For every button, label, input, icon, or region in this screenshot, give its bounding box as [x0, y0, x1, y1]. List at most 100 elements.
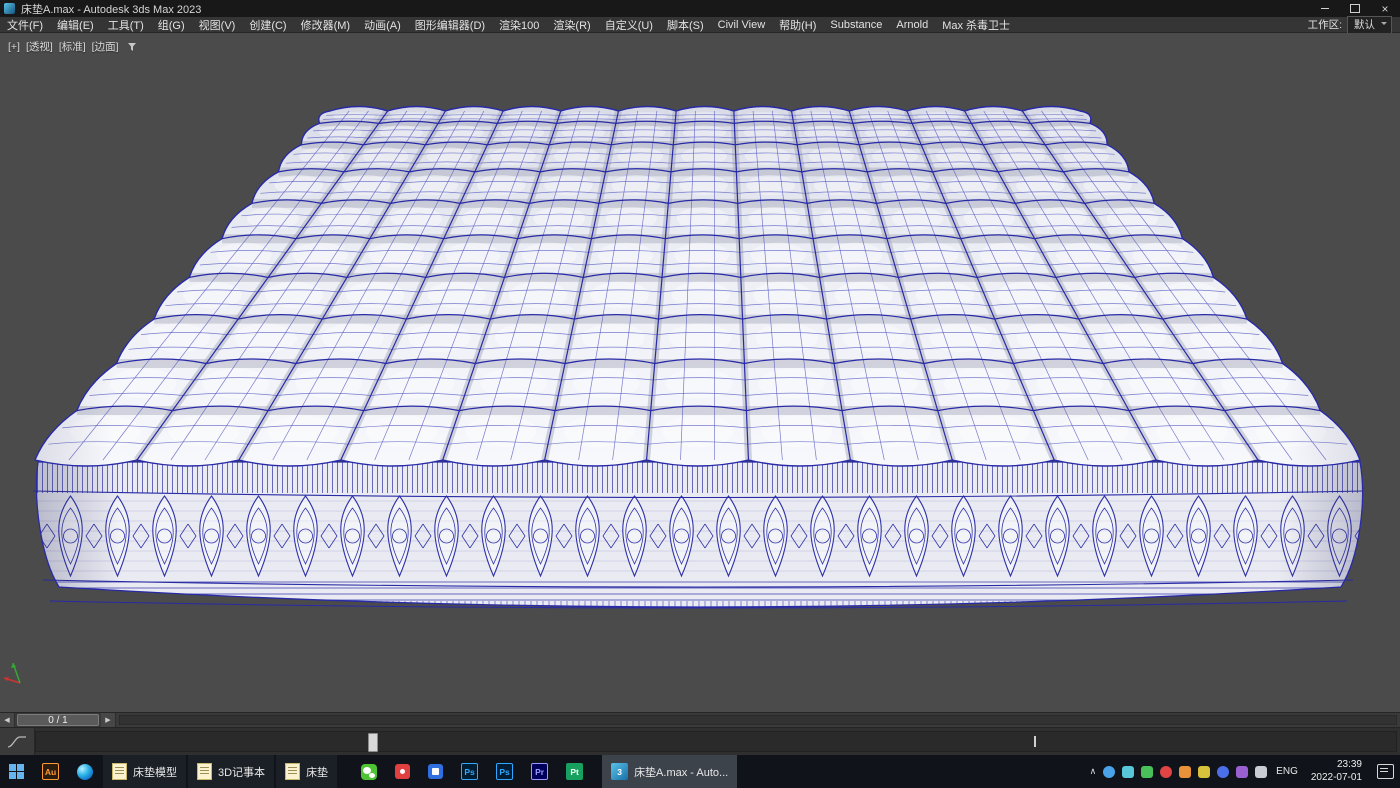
taskbar-item-label: 床垫	[306, 764, 328, 780]
menu-item[interactable]: 渲染100	[492, 17, 546, 33]
taskbar-clock[interactable]: 23:39 2022-07-01	[1307, 759, 1366, 784]
menu-item[interactable]: Substance	[823, 19, 889, 31]
filter-icon[interactable]	[127, 42, 137, 52]
taskbar-item-edge[interactable]	[68, 755, 102, 788]
viewport-menu-general[interactable]: [+]	[8, 41, 20, 53]
active-task-label: 床垫A.max - Auto...	[634, 764, 728, 780]
menu-item[interactable]: 创建(C)	[242, 17, 293, 33]
trackbar-tick	[1034, 736, 1036, 747]
time-slider-handle[interactable]: 0 / 1	[17, 714, 99, 726]
security-tray-icon[interactable]	[1103, 766, 1115, 778]
menu-item[interactable]: 组(G)	[151, 17, 192, 33]
maximize-icon	[1350, 4, 1360, 13]
input-tray-icon[interactable]	[1236, 766, 1248, 778]
menu-item[interactable]: 自定义(U)	[598, 17, 660, 33]
menu-bar: 文件(F)编辑(E)工具(T)组(G)视图(V)创建(C)修改器(M)动画(A)…	[0, 17, 1400, 33]
workspace-selector: 工作区: 默认	[1308, 16, 1400, 34]
viewport-menu-style[interactable]: [标准]	[59, 39, 86, 54]
menu-item[interactable]: 图形编辑器(D)	[408, 17, 492, 33]
time-slider: ◀ 0 / 1 ▶	[0, 712, 1400, 727]
menu-item[interactable]: 编辑(E)	[50, 17, 101, 33]
menu-item[interactable]: Max 杀毒卫士	[935, 17, 1017, 33]
clock-time: 23:39	[1337, 759, 1362, 772]
menu-item[interactable]: 修改器(M)	[294, 17, 358, 33]
close-button[interactable]: ×	[1370, 0, 1400, 17]
start-button[interactable]	[0, 755, 33, 788]
music-tray-icon[interactable]	[1160, 766, 1172, 778]
menu-items: 文件(F)编辑(E)工具(T)组(G)视图(V)创建(C)修改器(M)动画(A)…	[0, 17, 1017, 33]
taskbar-item-painter[interactable]: Pt	[557, 755, 592, 788]
red-app-icon	[395, 764, 410, 779]
mini-curve-editor-button[interactable]	[0, 728, 35, 755]
next-frame-button[interactable]: ▶	[101, 713, 116, 727]
viewport[interactable]: [+] [透视] [标准] [边面]	[0, 33, 1400, 712]
taskbar-item-photoshop-2[interactable]: Ps	[487, 755, 522, 788]
track-bar[interactable]	[0, 727, 1400, 755]
taskbar-item-3dsmax-active[interactable]: 3 床垫A.max - Auto...	[602, 755, 737, 788]
close-icon: ×	[1381, 3, 1388, 15]
viewport-menu-pov[interactable]: [透视]	[26, 39, 53, 54]
maximize-button[interactable]	[1340, 0, 1370, 17]
prev-frame-button[interactable]: ◀	[0, 713, 15, 727]
hidden-icons-chevron-icon[interactable]: ∧	[1090, 766, 1097, 777]
audition-icon: Au	[42, 763, 59, 780]
edge-browser-icon	[77, 764, 93, 780]
premiere-icon: Pr	[531, 763, 548, 780]
system-tray: ∧ ENG 23:39 2022-07-01	[1084, 755, 1400, 788]
notepad-icon	[197, 763, 212, 780]
painter-icon: Pt	[566, 763, 583, 780]
driver-tray-icon[interactable]	[1217, 766, 1229, 778]
viewport-canvas[interactable]	[0, 33, 1400, 712]
taskbar-item-label: 床垫模型	[133, 764, 177, 780]
taskbar-item-photoshop-1[interactable]: Ps	[452, 755, 487, 788]
clock-date: 2022-07-01	[1311, 772, 1362, 785]
photoshop-icon: Ps	[461, 763, 478, 780]
tray-icons: ∧	[1090, 766, 1268, 778]
taskbar-item-document[interactable]: 床垫模型	[103, 755, 186, 788]
minimize-icon	[1321, 8, 1329, 9]
trackbar-marker[interactable]	[368, 733, 378, 752]
taskbar-item-premiere[interactable]: Pr	[522, 755, 557, 788]
menu-item[interactable]: 渲染(R)	[546, 17, 597, 33]
taskbar-item-audition[interactable]: Au	[33, 755, 68, 788]
taskbar-item-document[interactable]: 床垫	[276, 755, 337, 788]
photoshop-icon: Ps	[496, 763, 513, 780]
menu-item[interactable]: 视图(V)	[192, 17, 243, 33]
taskbar-item-red-app[interactable]	[386, 755, 419, 788]
cloud-tray-icon[interactable]	[1122, 766, 1134, 778]
workspace-label: 工作区:	[1308, 17, 1342, 32]
taskbar-item-wechat[interactable]	[352, 755, 386, 788]
language-indicator[interactable]: ENG	[1274, 766, 1300, 777]
menu-item[interactable]: 文件(F)	[0, 17, 50, 33]
volume-tray-icon[interactable]	[1255, 766, 1267, 778]
taskbar-item-blue-app[interactable]	[419, 755, 452, 788]
menu-item[interactable]: 工具(T)	[101, 17, 151, 33]
taskbar-item-label: 3D记事本	[218, 764, 265, 780]
action-center-icon[interactable]	[1377, 764, 1394, 779]
workspace-dropdown[interactable]: 默认	[1347, 16, 1392, 34]
viewport-label: [+] [透视] [标准] [边面]	[8, 39, 137, 54]
time-slider-track[interactable]	[119, 715, 1397, 725]
track-bar-track[interactable]	[35, 731, 1397, 752]
menu-item[interactable]: 帮助(H)	[772, 17, 823, 33]
3dsmax-icon: 3	[611, 763, 628, 780]
taskbar-doc-buttons: 床垫模型 3D记事本 床垫	[102, 755, 338, 788]
viewport-menu-shading[interactable]: [边面]	[92, 39, 119, 54]
menu-item[interactable]: 动画(A)	[357, 17, 408, 33]
app-icon	[4, 3, 15, 14]
notepad-icon	[285, 763, 300, 780]
notepad-icon	[112, 763, 127, 780]
minimize-button[interactable]	[1310, 0, 1340, 17]
windows-logo-icon	[9, 764, 24, 779]
wechat-icon	[361, 764, 377, 780]
menu-item[interactable]: Civil View	[711, 19, 772, 31]
office-tray-icon[interactable]	[1198, 766, 1210, 778]
download-tray-icon[interactable]	[1179, 766, 1191, 778]
world-axis-icon	[4, 663, 20, 683]
taskbar-item-document[interactable]: 3D记事本	[188, 755, 274, 788]
wechat-tray-icon[interactable]	[1141, 766, 1153, 778]
curve-icon	[7, 735, 27, 749]
menu-item[interactable]: 脚本(S)	[660, 17, 711, 33]
mattress-side	[28, 462, 1372, 632]
menu-item[interactable]: Arnold	[889, 19, 935, 31]
